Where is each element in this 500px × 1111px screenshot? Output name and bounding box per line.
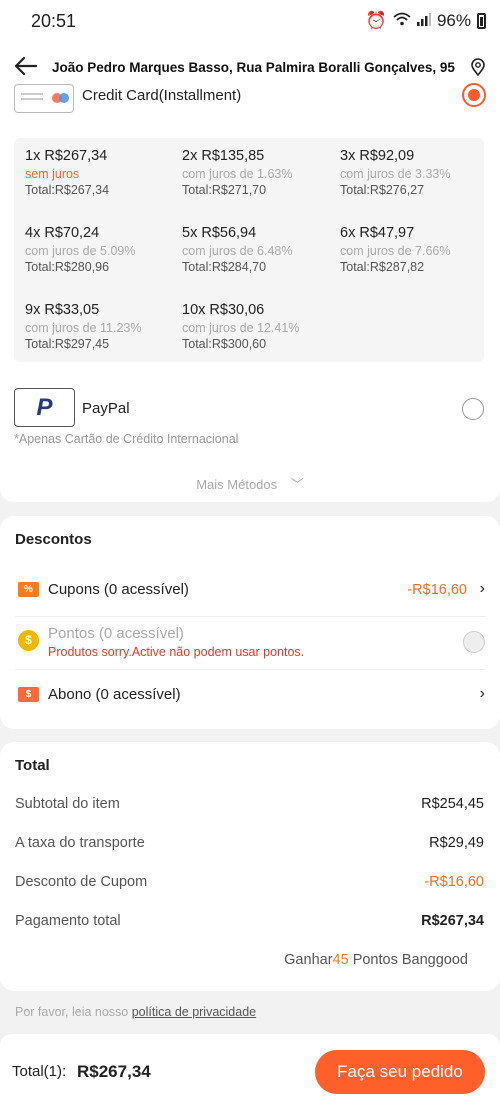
shipping-label: A taxa do transporte bbox=[15, 835, 145, 851]
chevron-down-icon: ﹀ bbox=[290, 477, 304, 492]
paypal-radio[interactable] bbox=[462, 398, 484, 420]
installment-title: 10x R$30,06 bbox=[182, 302, 265, 318]
installment-title: 9x R$33,05 bbox=[25, 302, 100, 318]
coupons-label: Cupons (0 acessível) bbox=[48, 581, 189, 598]
credit-card-icon bbox=[14, 84, 74, 113]
points-row: $ Pontos (0 acessível) Produtos sorry.Ac… bbox=[15, 624, 485, 664]
location-pin-icon[interactable] bbox=[456, 58, 500, 76]
subtotal-label: Subtotal do item bbox=[15, 796, 120, 812]
subtotal-value: R$254,45 bbox=[421, 796, 484, 812]
status-time: 20:51 bbox=[31, 11, 77, 31]
paypal-icon: P bbox=[36, 393, 53, 421]
status-bar: 20:51 ⏰ 96% bbox=[0, 0, 500, 44]
footer-total-value: R$267,34 bbox=[77, 1062, 151, 1081]
installment-rate: com juros de 3.33% bbox=[340, 167, 451, 181]
payment-total-label: Pagamento total bbox=[15, 913, 121, 929]
installment-rate: com juros de 7.66% bbox=[340, 244, 451, 258]
installment-title: 5x R$56,94 bbox=[182, 225, 257, 241]
installment-option[interactable]: 6x R$47,97 com juros de 7.66% Total:R$28… bbox=[329, 215, 484, 290]
installment-total: Total:R$271,70 bbox=[182, 183, 267, 197]
earn-points: 45 bbox=[332, 952, 349, 968]
alarm-icon: ⏰ bbox=[365, 11, 387, 30]
coupon-icon: % bbox=[18, 582, 39, 597]
installment-grid: 1x R$267,34 sem juros Total:R$267,34 2x … bbox=[14, 138, 484, 362]
privacy-policy-link[interactable]: política de privacidade bbox=[132, 1005, 256, 1019]
wifi-icon bbox=[393, 11, 411, 31]
earn-points-text: Ganhar45 Pontos Banggood bbox=[284, 952, 468, 968]
installment-rate: com juros de 5.09% bbox=[25, 244, 136, 258]
installment-total: Total:R$284,70 bbox=[182, 260, 267, 274]
installment-rate: com juros de 1.63% bbox=[182, 167, 293, 181]
chevron-right-icon: › bbox=[479, 685, 485, 702]
earn-prefix: Ganhar bbox=[284, 952, 333, 968]
coin-icon: $ bbox=[18, 630, 39, 651]
coupon-discount-value: -R$16,60 bbox=[424, 874, 484, 890]
coupon-discount-label: Desconto de Cupom bbox=[15, 874, 148, 890]
shipping-address[interactable]: João Pedro Marques Basso, Rua Palmira Bo… bbox=[52, 60, 456, 75]
back-arrow-icon[interactable] bbox=[0, 52, 52, 83]
divider bbox=[15, 616, 485, 617]
earn-suffix: Pontos Banggood bbox=[348, 952, 468, 968]
abono-label: Abono (0 acessível) bbox=[48, 686, 181, 703]
chevron-right-icon: › bbox=[479, 580, 485, 597]
coupons-value: -R$16,60 bbox=[407, 582, 467, 598]
credit-card-label: Credit Card(Installment) bbox=[82, 87, 242, 104]
discounts-title: Descontos bbox=[15, 531, 92, 548]
installment-title: 4x R$70,24 bbox=[25, 225, 100, 241]
shipping-value: R$29,49 bbox=[429, 835, 484, 851]
installment-rate: com juros de 12.41% bbox=[182, 321, 300, 335]
installment-total: Total:R$297,45 bbox=[25, 337, 110, 351]
paypal-note: *Apenas Cartão de Crédito Internacional bbox=[14, 432, 239, 446]
installment-empty-cell bbox=[329, 292, 484, 362]
installment-total: Total:R$280,96 bbox=[25, 260, 110, 274]
installment-rate: com juros de 6.48% bbox=[182, 244, 293, 258]
installment-title: 3x R$92,09 bbox=[340, 148, 415, 164]
installment-option[interactable]: 3x R$92,09 com juros de 3.33% Total:R$27… bbox=[329, 138, 484, 213]
status-icons: ⏰ 96% bbox=[366, 11, 486, 31]
paypal-logo: P bbox=[14, 388, 75, 427]
abono-row[interactable]: $ Abono (0 acessível) › bbox=[15, 685, 485, 707]
installment-option[interactable]: 9x R$33,05 com juros de 11.23% Total:R$2… bbox=[14, 292, 169, 362]
footer-total-label: Total(1): bbox=[12, 1063, 67, 1080]
points-radio bbox=[463, 631, 485, 653]
paypal-label[interactable]: PayPal bbox=[82, 400, 130, 417]
coupons-row[interactable]: % Cupons (0 acessível) -R$16,60 › bbox=[15, 580, 485, 602]
installment-title: 2x R$135,85 bbox=[182, 148, 265, 164]
installment-option[interactable]: 2x R$135,85 com juros de 1.63% Total:R$2… bbox=[171, 138, 327, 213]
divider bbox=[15, 669, 485, 670]
installment-option[interactable]: 10x R$30,06 com juros de 12.41% Total:R$… bbox=[171, 292, 327, 362]
installment-option[interactable]: 1x R$267,34 sem juros Total:R$267,34 bbox=[14, 138, 169, 213]
payment-methods-card: Credit Card(Installment) 1x R$267,34 sem… bbox=[0, 83, 500, 502]
more-methods-label: Mais Métodos bbox=[196, 477, 278, 492]
checkout-bar: Total(1): R$267,34 Faça seu pedido bbox=[0, 1034, 500, 1111]
points-label: Pontos (0 acessível) bbox=[48, 625, 184, 642]
installment-title: 6x R$47,97 bbox=[340, 225, 415, 241]
place-order-button[interactable]: Faça seu pedido bbox=[315, 1050, 485, 1094]
abono-icon: $ bbox=[18, 687, 39, 702]
installment-total: Total:R$300,60 bbox=[182, 337, 267, 351]
points-warning: Produtos sorry.Active não podem usar pon… bbox=[48, 645, 305, 659]
payment-total-value: R$267,34 bbox=[421, 913, 484, 929]
installment-total: Total:R$267,34 bbox=[25, 183, 110, 197]
installment-total: Total:R$276,27 bbox=[340, 183, 425, 197]
installment-total: Total:R$287,82 bbox=[340, 260, 425, 274]
battery-icon bbox=[477, 13, 486, 29]
discounts-card: Descontos % Cupons (0 acessível) -R$16,6… bbox=[0, 516, 500, 729]
installment-rate: com juros de 11.23% bbox=[25, 321, 142, 335]
battery-level: 96% bbox=[436, 11, 471, 30]
privacy-prefix: Por favor, leia nosso bbox=[15, 1005, 132, 1019]
privacy-notice: Por favor, leia nosso política de privac… bbox=[15, 1005, 256, 1019]
signal-icon bbox=[416, 11, 431, 31]
credit-card-option[interactable]: Credit Card(Installment) bbox=[14, 83, 486, 122]
installment-rate: sem juros bbox=[25, 167, 80, 181]
installment-option[interactable]: 5x R$56,94 com juros de 6.48% Total:R$28… bbox=[171, 215, 327, 290]
address-header: João Pedro Marques Basso, Rua Palmira Bo… bbox=[0, 44, 500, 90]
more-methods-button[interactable]: Mais Métodos ﹀ bbox=[0, 474, 500, 493]
total-title: Total bbox=[15, 757, 50, 774]
installment-title: 1x R$267,34 bbox=[25, 148, 108, 164]
credit-card-radio[interactable] bbox=[462, 83, 486, 107]
installment-option[interactable]: 4x R$70,24 com juros de 5.09% Total:R$28… bbox=[14, 215, 169, 290]
